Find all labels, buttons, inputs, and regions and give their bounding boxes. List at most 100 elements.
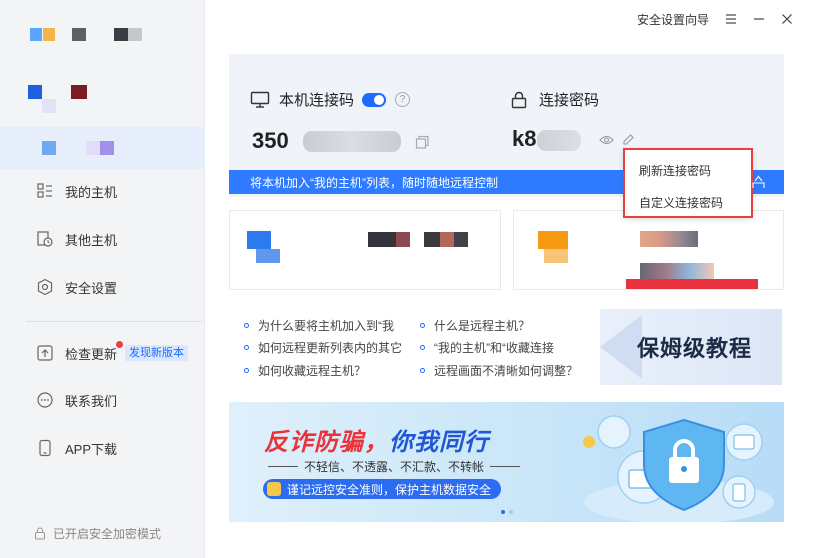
phone-icon: [36, 439, 54, 457]
password-value: k8: [512, 126, 537, 151]
host-avatar-mosaic: [538, 231, 568, 249]
faq-text: “我的主机”和“收藏连接: [434, 341, 554, 355]
bullet-icon: [420, 345, 425, 350]
password-menu: 刷新连接密码 自定义连接密码: [623, 148, 753, 218]
grid-list-icon: [36, 182, 54, 200]
connection-code-header: 本机连接码 ?: [250, 89, 411, 110]
faq-text: 什么是远程主机？: [434, 319, 531, 333]
edit-icon[interactable]: [622, 133, 635, 149]
bullet-icon: [420, 323, 425, 328]
host-avatar-mosaic-2: [544, 249, 568, 263]
nav-contact[interactable]: 联系我们: [0, 382, 205, 418]
connection-code-masked: [303, 131, 401, 152]
menu-icon[interactable]: [725, 13, 737, 25]
banner-title-blue: 你我同行: [389, 429, 489, 456]
faq-item[interactable]: 远程画面不清晰如何调整？: [420, 362, 595, 379]
nav-update[interactable]: 检查更新 发现新版本: [0, 335, 205, 371]
user-mosaic-2: [86, 141, 100, 155]
host-name-mosaic-2: [640, 263, 714, 279]
banner-subtitle: 不轻信、不透露、不汇款、不转帐: [262, 458, 526, 475]
close-icon[interactable]: [781, 13, 793, 25]
host-avatar-mosaic-2: [256, 249, 280, 263]
page-dot[interactable]: [501, 510, 505, 514]
lock-icon: [511, 91, 527, 109]
divider-line: [490, 466, 521, 467]
faq-text: 远程画面不清晰如何调整？: [434, 364, 579, 378]
refresh-password-item[interactable]: 刷新连接密码: [639, 162, 711, 179]
banner-title-red: 反诈防骗，: [264, 429, 389, 456]
connection-code-label: 本机连接码: [279, 92, 355, 109]
custom-password-item[interactable]: 自定义连接密码: [639, 194, 723, 211]
faq-item[interactable]: “我的主机”和“收藏连接: [420, 339, 595, 356]
user-mosaic: [42, 141, 56, 155]
logo-mosaic: [28, 85, 42, 99]
avatar-mosaic: [30, 28, 42, 41]
nav-label: APP下载: [65, 441, 118, 457]
banner-subtitle-text: 不轻信、不透露、不汇款、不转帐: [304, 460, 485, 474]
banner-title: 反诈防骗，你我同行: [264, 422, 489, 457]
faq-text: 为什么要将主机加入到“我: [258, 319, 394, 333]
share-icon[interactable]: [752, 175, 765, 192]
host-name-mosaic-5: [454, 232, 468, 247]
security-mode-label: 已开启安全加密模式: [53, 527, 162, 541]
user-row[interactable]: [0, 127, 205, 169]
new-version-tag[interactable]: 发现新版本: [125, 345, 189, 361]
host-name-mosaic-3: [626, 279, 758, 289]
name-mosaic: [72, 28, 86, 41]
divider-line: [268, 466, 298, 467]
help-icon[interactable]: ?: [395, 92, 411, 107]
logo-mosaic-2: [42, 99, 56, 113]
host-avatar-mosaic: [247, 231, 271, 249]
update-badge: [116, 341, 123, 348]
add-host-banner-text: 将本机加入“我的主机”列表，随时随地远程控制: [250, 175, 498, 190]
password-masked: [537, 130, 581, 151]
connection-code-toggle[interactable]: [362, 92, 387, 107]
anti-fraud-banner[interactable]: 反诈防骗，你我同行 不轻信、不透露、不汇款、不转帐 谨记远控安全准则，保护主机数…: [229, 402, 784, 522]
connection-code-value: 350: [252, 128, 289, 153]
host-card[interactable]: [513, 210, 784, 290]
banner-pill: 谨记远控安全准则，保护主机数据安全: [263, 479, 502, 499]
sidebar-divider: [26, 321, 202, 322]
security-guide-link[interactable]: 安全设置向导: [637, 11, 709, 28]
host-name-mosaic-4: [440, 232, 454, 247]
faq-item[interactable]: 如何远程更新列表内的其它: [244, 339, 407, 356]
host-card[interactable]: [229, 210, 501, 290]
page-dot[interactable]: [509, 510, 513, 514]
banner-pill-text: 谨记远控安全准则，保护主机数据安全: [287, 482, 492, 497]
host-name-mosaic: [640, 231, 698, 247]
avatar-mosaic-2: [43, 28, 55, 41]
faq-item[interactable]: 为什么要将主机加入到“我: [244, 317, 407, 334]
nav-label: 其他主机: [65, 232, 118, 248]
faq-item[interactable]: 如何收藏远程主机？: [244, 362, 407, 379]
nav-settings[interactable]: 安全设置: [0, 269, 205, 305]
sidebar: 我的主机 其他主机 安全设置 检查更新 发现新版本 联系我们 APP下载 已开启…: [0, 0, 205, 558]
minimize-icon[interactable]: [753, 13, 765, 25]
nav-label: 我的主机: [65, 184, 118, 200]
bullet-icon: [244, 345, 249, 350]
eye-icon[interactable]: [599, 134, 614, 149]
nav-app-download[interactable]: APP下载: [0, 430, 205, 466]
monitor-icon: [250, 91, 270, 109]
faq-text: 如何远程更新列表内的其它: [258, 341, 403, 355]
bullet-icon: [244, 368, 249, 373]
nav-label: 安全设置: [65, 280, 118, 296]
bullet-icon: [244, 323, 249, 328]
bullet-icon: [420, 368, 425, 373]
logo-mosaic-3: [71, 85, 87, 99]
password-label: 连接密码: [539, 92, 600, 109]
nav-my-hosts[interactable]: 我的主机: [0, 173, 205, 209]
host-name-mosaic-3: [424, 232, 440, 247]
nav-other-hosts[interactable]: 其他主机: [0, 221, 205, 257]
shield-icon: [267, 482, 281, 496]
copy-icon[interactable]: [415, 135, 430, 153]
tutorial-label[interactable]: 保姆级教程: [637, 331, 752, 363]
host-name-mosaic: [368, 232, 396, 247]
account-header: [0, 0, 205, 125]
title-bar: 安全设置向导: [205, 0, 815, 38]
banner-pagination[interactable]: [499, 510, 515, 514]
name-mosaic-2: [114, 28, 128, 41]
nav-label: 检查更新: [65, 346, 118, 362]
faq-text: 如何收藏远程主机？: [258, 364, 367, 378]
faq-item[interactable]: 什么是远程主机？: [420, 317, 595, 334]
name-mosaic-3: [128, 28, 142, 41]
